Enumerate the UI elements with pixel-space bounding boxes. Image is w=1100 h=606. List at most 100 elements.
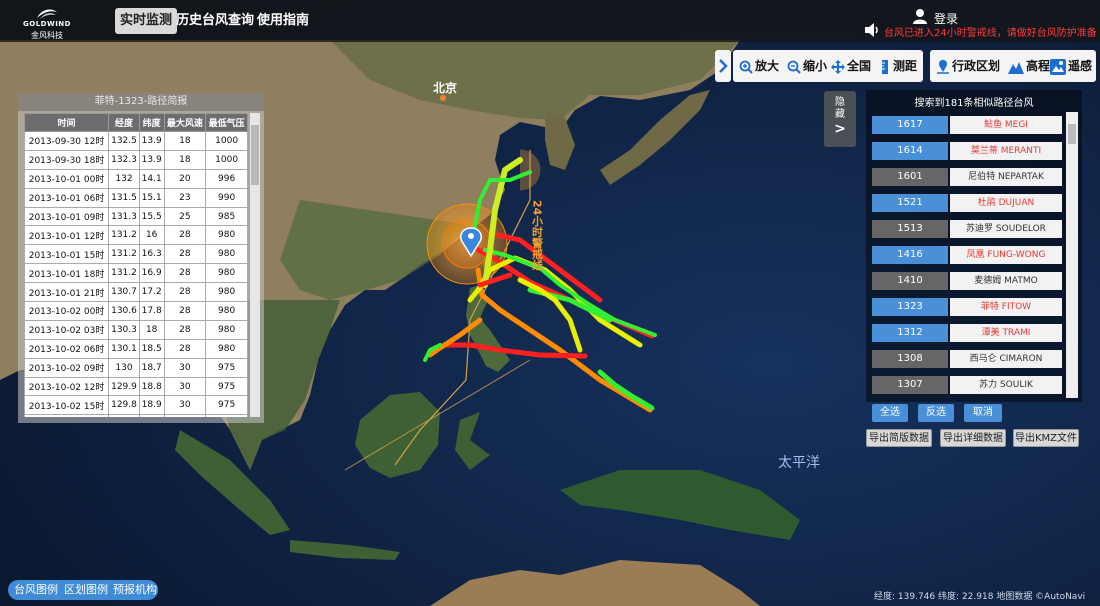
track-table-wrapper[interactable]: 时间 经度 纬度 最大风速 最低气压 2013-09-30 12时 132.5 13.9 18… xyxy=(24,113,248,417)
invert-selection-button[interactable]: 反选 xyxy=(918,404,954,422)
track-table-cell: 1000 xyxy=(205,149,248,170)
export-detail-button[interactable]: 导出详细数据 xyxy=(940,429,1006,447)
zoom-in-button[interactable]: 放大 xyxy=(739,50,779,82)
track-table-cell: 18 xyxy=(138,319,165,340)
track-table-row[interactable]: 2013-10-01 18时 131.2 16.9 28 980 xyxy=(24,263,248,284)
similar-typhoon-item[interactable]: 1416 凤凰 FUNG-WONG xyxy=(872,246,1062,264)
track-table-row[interactable]: 2013-10-01 00时 132 14.1 20 996 xyxy=(24,168,248,189)
export-kmz-button[interactable]: 导出KMZ文件 xyxy=(1013,429,1079,447)
similar-typhoon-item[interactable]: 1614 莫兰蒂 MERANTI xyxy=(872,142,1062,160)
similar-typhoon-item[interactable]: 1513 苏迪罗 SOUDELOR xyxy=(872,220,1062,238)
typhoon-name[interactable]: 凤凰 FUNG-WONG xyxy=(950,246,1062,264)
track-table-cell: 28 xyxy=(163,282,207,303)
similar-typhoon-item[interactable]: 1617 鲇鱼 MEGI xyxy=(872,116,1062,134)
typhoon-id[interactable]: 1410 xyxy=(872,272,948,290)
track-table-cell: 2013-10-02 15时 xyxy=(24,395,110,416)
track-table-cell: 2013-10-01 12时 xyxy=(24,225,110,246)
similar-typhoon-item[interactable]: 1308 西马仑 CIMARON xyxy=(872,350,1062,368)
nav-realtime-monitor[interactable]: 实时监测 xyxy=(115,8,178,34)
nav-user-guide[interactable]: 使用指南 xyxy=(252,8,314,34)
similar-list-scrollbar[interactable] xyxy=(1066,112,1078,398)
typhoon-id[interactable]: 1416 xyxy=(872,246,948,264)
typhoon-name[interactable]: 麦德姆 MATMO xyxy=(950,272,1062,290)
typhoon-name[interactable]: 苏迪罗 SOUDELOR xyxy=(950,220,1062,238)
select-all-button[interactable]: 全选 xyxy=(872,404,908,422)
typhoon-name[interactable]: 莫兰蒂 MERANTI xyxy=(950,142,1062,160)
track-table-row[interactable]: 2013-10-01 21时 130.7 17.2 28 980 xyxy=(24,282,248,303)
hide-panel-button[interactable]: 隐藏 > xyxy=(824,91,856,147)
longitude-label: 经度: xyxy=(874,592,896,602)
track-table-row[interactable]: 2013-10-02 09时 130 18.7 30 975 xyxy=(24,357,248,378)
track-table-row[interactable]: 2013-09-30 12时 132.5 13.9 18 1000 xyxy=(24,131,248,151)
track-table-cell: 2013-10-01 09时 xyxy=(24,206,110,227)
typhoon-id[interactable]: 1312 xyxy=(872,324,948,342)
goldwind-logo-icon xyxy=(37,9,57,19)
remote-sensing-label: 遥感 xyxy=(1068,59,1093,73)
similar-typhoon-item[interactable]: 1323 菲特 FITOW xyxy=(872,298,1062,316)
top-bar: GOLDWIND 金风科技 实时监测 历史台风查询 使用指南 登录 台风已进入2… xyxy=(0,0,1100,42)
region-legend-link[interactable]: 区划图例 xyxy=(64,580,108,600)
scrollbar-thumb[interactable] xyxy=(251,125,259,185)
typhoon-id[interactable]: 1513 xyxy=(872,220,948,238)
track-table-cell: 129.9 xyxy=(108,376,140,397)
similar-typhoon-item[interactable]: 1307 苏力 SOULIK xyxy=(872,376,1062,394)
track-table-row[interactable]: 2013-10-02 12时 129.9 18.8 30 975 xyxy=(24,376,248,397)
track-table-cell: 25 xyxy=(163,206,207,227)
typhoon-name[interactable]: 鲇鱼 MEGI xyxy=(950,116,1062,134)
layers-toolbar: 行政区划 高程 遥感 xyxy=(930,50,1096,82)
similar-typhoon-item[interactable]: 1410 麦德姆 MATMO xyxy=(872,272,1062,290)
typhoon-id[interactable]: 1307 xyxy=(872,376,948,394)
track-table-row[interactable]: 2013-10-02 15时 129.8 18.9 30 975 xyxy=(24,395,248,416)
measure-button[interactable]: 测距 xyxy=(879,50,917,82)
similar-typhoon-item[interactable]: 1521 杜鹃 DUJUAN xyxy=(872,194,1062,212)
typhoon-id[interactable]: 1308 xyxy=(872,350,948,368)
typhoon-name[interactable]: 杜鹃 DUJUAN xyxy=(950,194,1062,212)
typhoon-id[interactable]: 1323 xyxy=(872,298,948,316)
typhoon-name[interactable]: 苏力 SOULIK xyxy=(950,376,1062,394)
track-table-row[interactable]: 2013-10-01 12时 131.2 16 28 980 xyxy=(24,225,248,246)
typhoon-id[interactable]: 1614 xyxy=(872,142,948,160)
track-table-cell: 131.2 xyxy=(108,225,140,246)
track-table-row[interactable]: 2013-10-02 00时 130.6 17.8 28 980 xyxy=(24,301,248,321)
track-table: 时间 经度 纬度 最大风速 最低气压 2013-09-30 12时 132.5 13.9 18… xyxy=(24,113,248,417)
track-table-row[interactable]: 2013-10-02 18时130.119.630975 xyxy=(24,414,248,417)
export-brief-button[interactable]: 导出简版数据 xyxy=(866,429,932,447)
track-table-header: 时间 xyxy=(24,113,110,132)
typhoon-name[interactable]: 西马仑 CIMARON xyxy=(950,350,1062,368)
remote-sensing-button[interactable]: 遥感 xyxy=(1050,50,1092,82)
similar-typhoon-item[interactable]: 1601 尼伯特 NEPARTAK xyxy=(872,168,1062,186)
cancel-selection-button[interactable]: 取消 xyxy=(964,404,1002,422)
track-table-row[interactable]: 2013-10-01 09时 131.3 15.5 25 985 xyxy=(24,206,248,227)
track-table-row[interactable]: 2013-10-02 03时 130.3 18 28 980 xyxy=(24,319,248,340)
track-table-cell: 2013-10-02 18时 xyxy=(24,414,110,417)
typhoon-name[interactable]: 尼伯特 NEPARTAK xyxy=(950,168,1062,186)
toolbar-collapse[interactable] xyxy=(715,50,731,82)
typhoon-name[interactable]: 菲特 FITOW xyxy=(950,298,1062,316)
zoom-out-button[interactable]: 缩小 xyxy=(787,50,827,82)
typhoon-id[interactable]: 1601 xyxy=(872,168,948,186)
elevation-button[interactable]: 高程 xyxy=(1008,50,1050,82)
full-extent-button[interactable]: 全国 xyxy=(831,50,871,82)
typhoon-name[interactable]: 潭美 TRAMI xyxy=(950,324,1062,342)
move-arrows-icon xyxy=(831,59,845,74)
track-table-scrollbar[interactable] xyxy=(250,113,260,417)
typhoon-id[interactable]: 1521 xyxy=(872,194,948,212)
track-table-cell: 28 xyxy=(163,244,207,265)
admin-division-button[interactable]: 行政区划 xyxy=(936,50,1000,82)
track-brief-panel: 菲特-1323-路径简报 时间 经度 纬度 最大风速 最低气压 2013-09-30 1… xyxy=(18,93,264,423)
scrollbar-thumb[interactable] xyxy=(1068,124,1076,144)
track-table-cell: 130.1 xyxy=(108,414,140,417)
track-table-cell: 19.6 xyxy=(138,414,165,417)
track-table-row[interactable]: 2013-10-01 06时 131.5 15.1 23 990 xyxy=(24,187,248,208)
forecast-agency-link[interactable]: 预报机构 xyxy=(113,580,157,600)
track-table-cell: 980 xyxy=(205,244,248,265)
track-table-cell: 16.3 xyxy=(138,244,165,265)
typhoon-legend-link[interactable]: 台风图例 xyxy=(14,580,58,600)
track-table-row[interactable]: 2013-10-02 06时 130.1 18.5 28 980 xyxy=(24,338,248,359)
nav-history-query[interactable]: 历史台风查询 xyxy=(171,8,259,34)
typhoon-id[interactable]: 1617 xyxy=(872,116,948,134)
track-table-row[interactable]: 2013-09-30 18时 132.3 13.9 18 1000 xyxy=(24,149,248,170)
track-table-row[interactable]: 2013-10-01 15时 131.2 16.3 28 980 xyxy=(24,244,248,265)
track-table-cell: 975 xyxy=(205,376,248,397)
similar-typhoon-item[interactable]: 1312 潭美 TRAMI xyxy=(872,324,1062,342)
